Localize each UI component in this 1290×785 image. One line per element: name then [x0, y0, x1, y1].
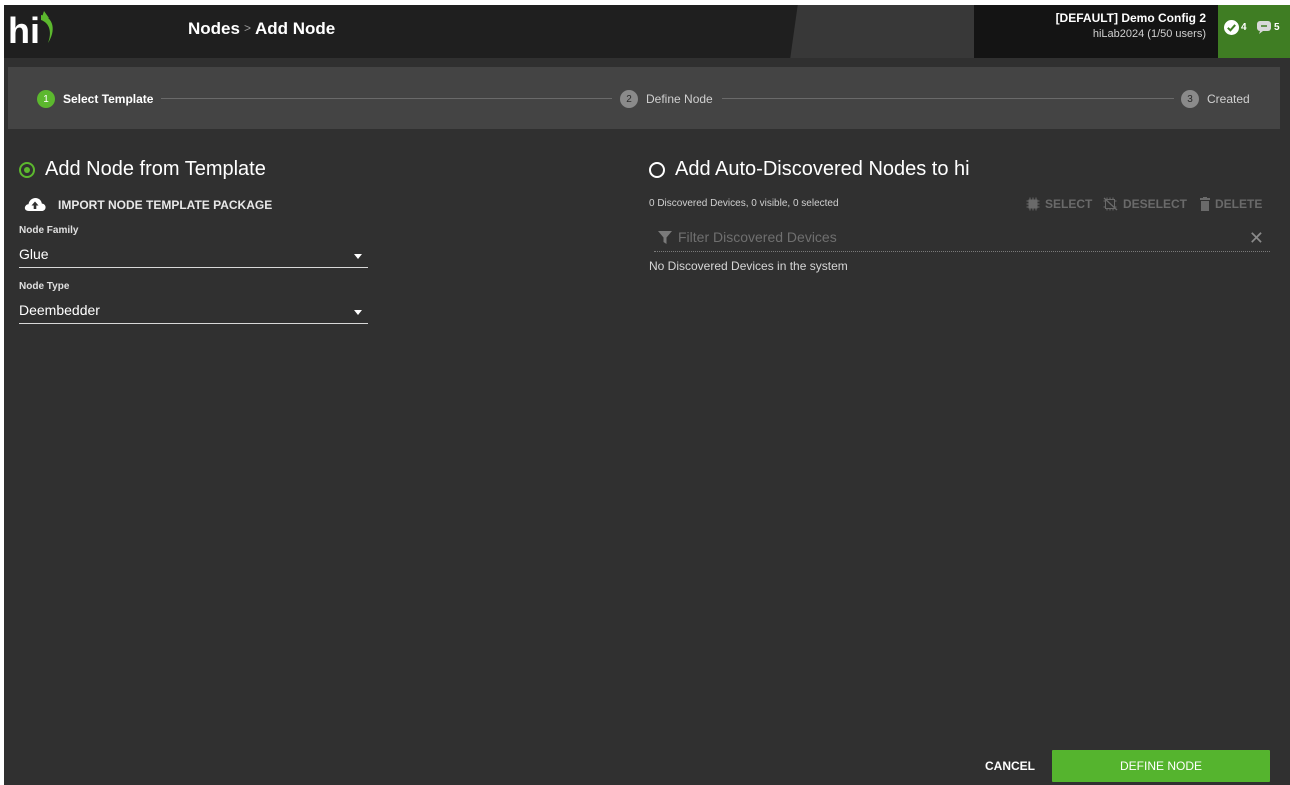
- node-type-value: Deembedder: [19, 302, 100, 318]
- select-label: SELECT: [1045, 197, 1093, 211]
- import-template-button[interactable]: IMPORT NODE TEMPLATE PACKAGE: [24, 197, 272, 212]
- caret-down-icon: [354, 254, 362, 259]
- node-type-select[interactable]: Deembedder: [19, 302, 368, 324]
- breadcrumb-nodes[interactable]: Nodes: [188, 19, 240, 38]
- status-ok-count: 4: [1241, 22, 1247, 33]
- filter-placeholder: Filter Discovered Devices: [678, 229, 837, 245]
- define-node-button[interactable]: DEFINE NODE: [1052, 750, 1270, 782]
- deselect-label: DESELECT: [1123, 197, 1188, 211]
- import-label: IMPORT NODE TEMPLATE PACKAGE: [58, 197, 273, 212]
- delete-label: DELETE: [1215, 197, 1263, 211]
- step-label: Define Node: [646, 92, 713, 106]
- node-family-value: Glue: [19, 246, 49, 262]
- template-option-title: Add Node from Template: [45, 158, 266, 180]
- step-label: Created: [1207, 92, 1250, 106]
- discovered-radio[interactable]: [649, 161, 665, 178]
- filter-icon: [658, 231, 672, 244]
- status-msg-count: 5: [1274, 22, 1280, 33]
- step-select-template[interactable]: 1 Select Template: [37, 90, 153, 108]
- app-window: hi Nodes > Add Node [DEFAULT] Demo Config …: [4, 5, 1290, 785]
- user-info: hiLab2024 (1/50 users): [1092, 28, 1206, 40]
- node-family-label: Node Family: [19, 225, 79, 236]
- step-define-node[interactable]: 2 Define Node: [620, 90, 713, 108]
- close-icon[interactable]: ✕: [1249, 229, 1264, 247]
- trash-icon: [1200, 197, 1210, 211]
- delete-button[interactable]: DELETE: [1200, 197, 1262, 211]
- template-option[interactable]: Add Node from Template: [19, 158, 266, 181]
- cancel-button[interactable]: CANCEL: [974, 751, 1046, 781]
- chip-off-icon: [1103, 197, 1118, 211]
- filter-discovered-input[interactable]: Filter Discovered Devices ✕: [654, 226, 1270, 252]
- breadcrumb-add-node: Add Node: [254, 19, 336, 38]
- empty-state-text: No Discovered Devices in the system: [649, 259, 848, 273]
- svg-text:hi: hi: [8, 10, 40, 51]
- step-connector: [722, 98, 1174, 99]
- discovered-count: 0 Discovered Devices, 0 visible, 0 selec…: [649, 198, 839, 209]
- discovered-option-title: Add Auto-Discovered Nodes to hi: [675, 158, 970, 180]
- select-button[interactable]: SELECT: [1026, 197, 1092, 211]
- config-name: [DEFAULT] Demo Config 2: [1055, 11, 1206, 25]
- cloud-upload-icon: [24, 198, 46, 211]
- template-radio[interactable]: [19, 161, 35, 178]
- step-number: 2: [620, 90, 638, 108]
- caret-down-icon: [354, 310, 362, 315]
- step-created[interactable]: 3 Created: [1181, 90, 1250, 108]
- deselect-button[interactable]: DESELECT: [1103, 197, 1187, 211]
- discovered-option[interactable]: Add Auto-Discovered Nodes to hi: [649, 158, 970, 181]
- status-panel[interactable]: 4 5: [1218, 5, 1290, 58]
- step-connector: [161, 98, 612, 99]
- node-type-label: Node Type: [19, 281, 70, 292]
- status-messages[interactable]: 5: [1256, 20, 1280, 35]
- top-bar: hi Nodes > Add Node [DEFAULT] Demo Config …: [4, 5, 1290, 58]
- breadcrumb: Nodes > Add Node: [188, 19, 335, 39]
- status-ok[interactable]: 4: [1224, 20, 1247, 35]
- message-icon: [1257, 21, 1271, 34]
- step-number: 3: [1181, 90, 1199, 108]
- step-number: 1: [37, 90, 55, 108]
- breadcrumb-separator: >: [243, 21, 251, 35]
- step-label: Select Template: [63, 92, 154, 106]
- hi-logo[interactable]: hi: [8, 9, 66, 51]
- config-info[interactable]: [DEFAULT] Demo Config 2 hiLab2024 (1/50 …: [1056, 11, 1206, 40]
- check-circle-icon: [1224, 20, 1239, 35]
- node-family-select[interactable]: Glue: [19, 246, 368, 268]
- chip-icon: [1026, 197, 1040, 211]
